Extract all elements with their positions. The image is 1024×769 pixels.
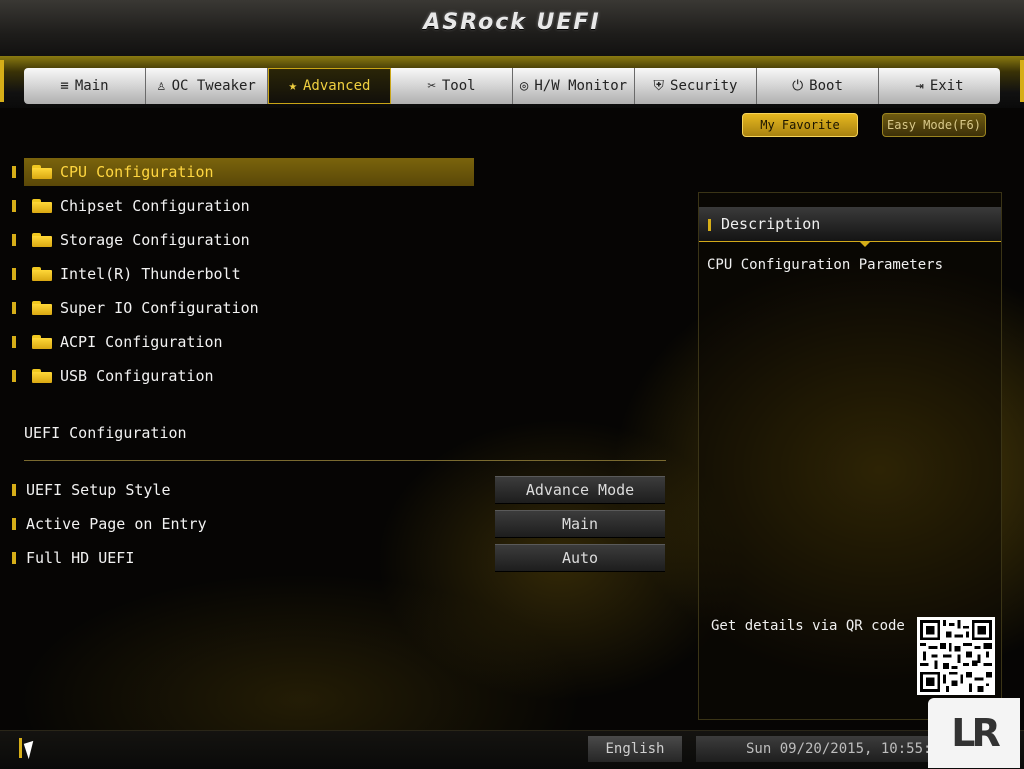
tab-exit[interactable]: ⇥ Exit (879, 68, 1000, 104)
bullet-marker (12, 370, 16, 382)
folder-icon (32, 267, 52, 281)
rocket-icon: ♙ (157, 78, 166, 94)
title-bar: ASRock UEFI (0, 0, 1024, 57)
tab-hw-monitor[interactable]: ◎ H/W Monitor (513, 68, 635, 104)
bullet-marker (12, 518, 16, 530)
qr-code-icon (917, 617, 995, 695)
option-row-full-hd-uefi: Full HD UEFI Auto (0, 544, 680, 572)
easy-mode-button[interactable]: Easy Mode(F6) (882, 113, 986, 137)
menu-icon: ≡ (60, 78, 69, 94)
bullet-marker (12, 200, 16, 212)
bullet-marker (708, 219, 711, 231)
power-icon: ⏻ (792, 78, 804, 94)
folder-icon (32, 165, 52, 179)
option-label: Active Page on Entry (26, 515, 207, 533)
monitor-gauge-icon: ◎ (519, 78, 529, 94)
app-title: ASRock UEFI (423, 10, 601, 35)
bullet-marker (12, 484, 16, 496)
folder-icon (32, 233, 52, 247)
option-label: Full HD UEFI (26, 549, 135, 567)
tab-label: OC Tweaker (171, 78, 256, 94)
datetime-display: Sun 09/20/2015, 10:55:0 (696, 736, 966, 762)
description-panel: Description CPU Configuration Parameters… (698, 192, 1002, 720)
shield-icon: ⛨ (653, 78, 665, 94)
language-button[interactable]: English (588, 736, 682, 762)
folder-icon (32, 335, 52, 349)
option-row-active-page-on-entry: Active Page on Entry Main (0, 510, 680, 538)
caret-down-icon (859, 241, 871, 247)
description-header: Description (699, 207, 1001, 242)
my-favorite-button[interactable]: My Favorite (742, 113, 858, 137)
menu-item-label: Storage Configuration (60, 231, 250, 249)
tab-label: H/W Monitor (534, 78, 628, 94)
bullet-marker (19, 738, 22, 758)
tab-advanced[interactable]: ★ Advanced (268, 68, 391, 104)
tab-security[interactable]: ⛨ Security (635, 68, 757, 104)
nav-accent-left (0, 60, 4, 102)
bullet-marker (12, 234, 16, 246)
tab-boot[interactable]: ⏻ Boot (757, 68, 879, 104)
qr-caption: Get details via QR code (711, 618, 905, 634)
tab-label: Exit (929, 78, 964, 94)
active-page-on-entry-select[interactable]: Main (495, 510, 665, 538)
section-divider (24, 460, 666, 461)
bullet-marker (12, 166, 16, 178)
tab-label: Tool (441, 78, 476, 94)
option-row-uefi-setup-style: UEFI Setup Style Advance Mode (0, 476, 680, 504)
star-icon: ★ (288, 78, 297, 94)
nav-accent-right (1020, 60, 1024, 102)
tab-oc-tweaker[interactable]: ♙ OC Tweaker (146, 68, 268, 104)
full-hd-uefi-select[interactable]: Auto (495, 544, 665, 572)
tab-label: Advanced (303, 78, 371, 94)
uefi-setup-style-select[interactable]: Advance Mode (495, 476, 665, 504)
main-nav: ≡ Main ♙ OC Tweaker ★ Advanced ✂ Tool ◎ H/W M… (24, 68, 1000, 104)
section-title: UEFI Configuration (24, 424, 187, 442)
menu-item-label: CPU Configuration (60, 163, 214, 181)
exit-door-icon: ⇥ (915, 78, 924, 94)
bullet-marker (12, 302, 16, 314)
bullet-marker (12, 552, 16, 564)
menu-item-label: Super IO Configuration (60, 299, 259, 317)
watermark-logo: LR (928, 698, 1020, 768)
tab-label: Boot (809, 78, 843, 94)
tab-tool[interactable]: ✂ Tool (391, 68, 513, 104)
menu-item-label: ACPI Configuration (60, 333, 223, 351)
menu-item-label: USB Configuration (60, 367, 214, 385)
folder-icon (32, 301, 52, 315)
bullet-marker (12, 336, 16, 348)
menu-item-label: Chipset Configuration (60, 197, 250, 215)
tools-icon: ✂ (427, 78, 436, 94)
option-label: UEFI Setup Style (26, 481, 171, 499)
bullet-marker (12, 268, 16, 280)
folder-icon (32, 369, 52, 383)
description-text: CPU Configuration Parameters (707, 257, 944, 273)
description-title: Description (721, 215, 821, 233)
menu-item-label: Intel(R) Thunderbolt (60, 265, 241, 283)
tab-main[interactable]: ≡ Main (24, 68, 146, 104)
tab-label: Security (670, 78, 738, 94)
tab-label: Main (74, 78, 109, 94)
folder-icon (32, 199, 52, 213)
